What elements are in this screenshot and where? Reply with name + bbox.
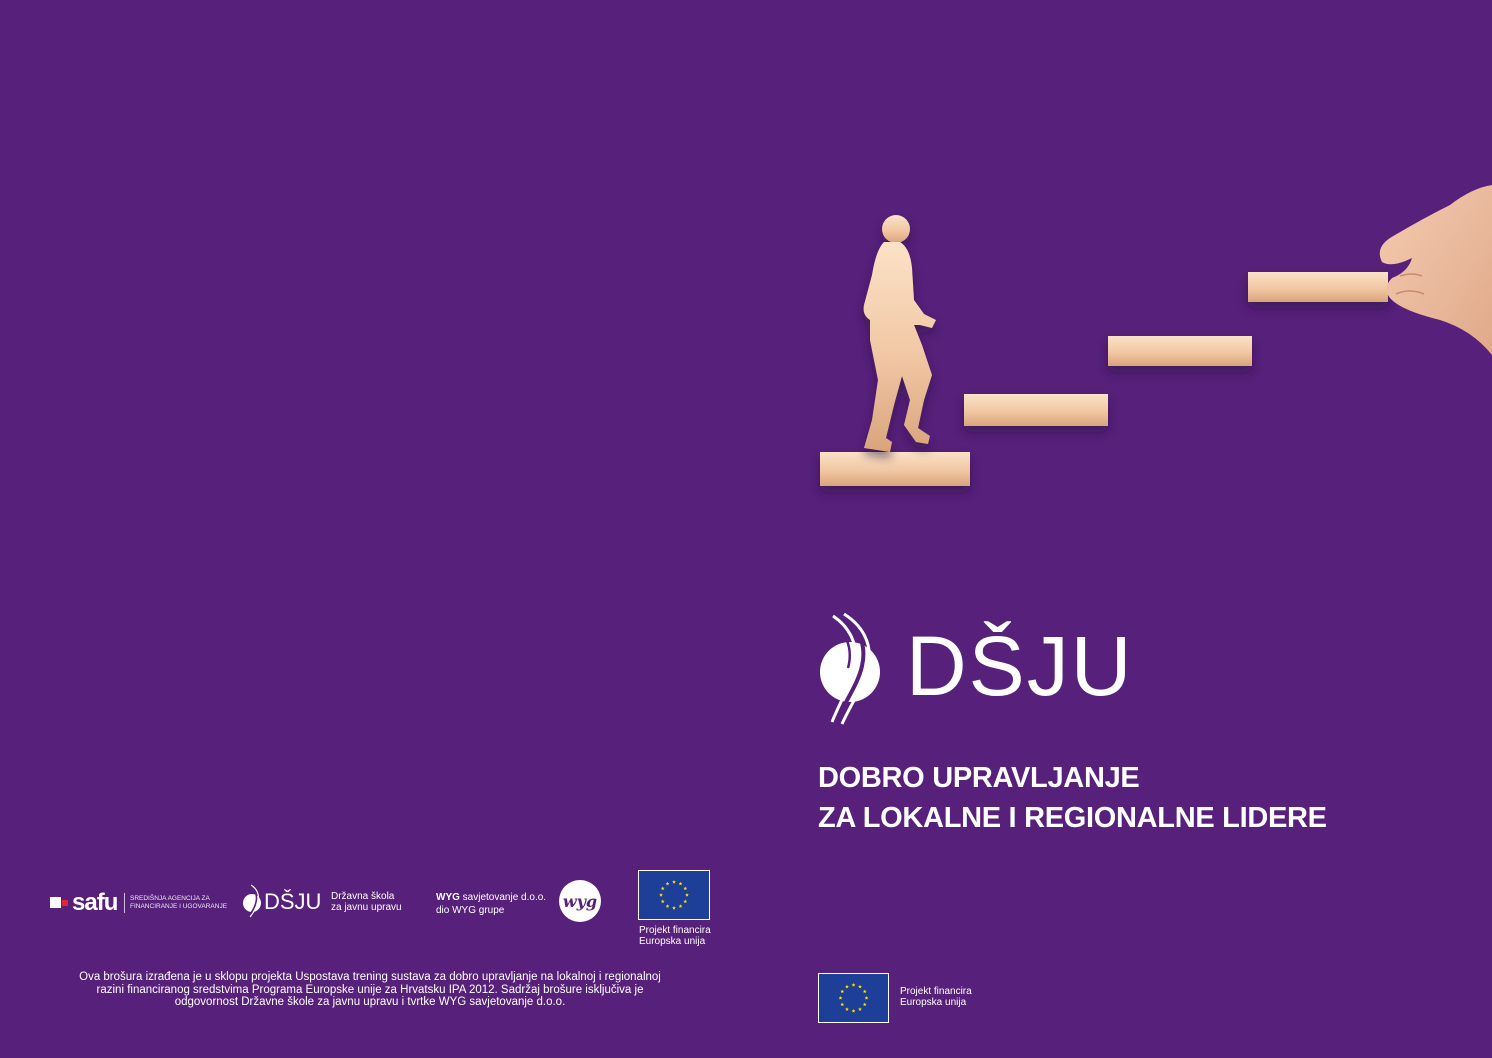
dsju-wordmark: DŠJU <box>906 619 1134 713</box>
wyg-company-text: WYG savjetovanje d.o.o. dio WYG grupe <box>436 891 556 917</box>
partner-logos: safu Središnja agencija za financiranje … <box>50 868 730 958</box>
eu-funding-caption-bottom: Projekt financira Europska unija <box>900 986 972 1008</box>
eu-funding-caption: Projekt financira Europska unija <box>639 925 711 947</box>
wooden-step-3 <box>1108 336 1252 366</box>
dsju-small-emblem-icon <box>243 884 261 918</box>
eu-flag-graphic-bottom <box>819 974 888 1022</box>
dsju-logo: DŠJU <box>816 610 1136 728</box>
dsju-small-subtitle: Državna škola za javnu upravu <box>331 891 402 913</box>
wooden-step-4 <box>1248 272 1388 302</box>
wyg-group-text: dio WYG grupe <box>436 905 505 916</box>
hand <box>1379 185 1492 355</box>
title-line-1: DOBRO UPRAVLJANJE <box>818 762 1140 794</box>
climbing-steps-illustration <box>820 185 1492 486</box>
safu-name: safu <box>72 889 118 916</box>
safu-square-icon <box>50 897 61 908</box>
wooden-step-2 <box>964 394 1108 426</box>
wooden-figure <box>863 215 936 452</box>
safu-logo: safu Središnja agencija za financiranje … <box>50 888 230 918</box>
eu-flag-icon-bottom <box>818 973 889 1023</box>
eu-flag-graphic <box>639 871 709 919</box>
dsju-small-logo: DŠJU Državna škola za javnu upravu <box>242 884 422 918</box>
title-line-2: ZA LOKALNE I REGIONALNE LIDERE <box>818 802 1327 834</box>
dsju-small-wordmark: DŠJU <box>264 889 322 914</box>
safu-description: Središnja agencija za financiranje i ugo… <box>130 895 228 910</box>
dsju-emblem-icon <box>820 610 880 725</box>
safu-red-square-icon <box>62 900 68 906</box>
brochure-title: DOBRO UPRAVLJANJE ZA LOKALNE I REGIONALN… <box>818 758 1458 838</box>
wooden-step-1 <box>820 452 970 486</box>
project-disclaimer: Ova brošura izrađena je u sklopu projekt… <box>79 971 661 1008</box>
eu-flag-icon <box>638 870 710 920</box>
wyg-logo-badge: wyg <box>559 880 601 922</box>
safu-divider <box>124 893 125 913</box>
